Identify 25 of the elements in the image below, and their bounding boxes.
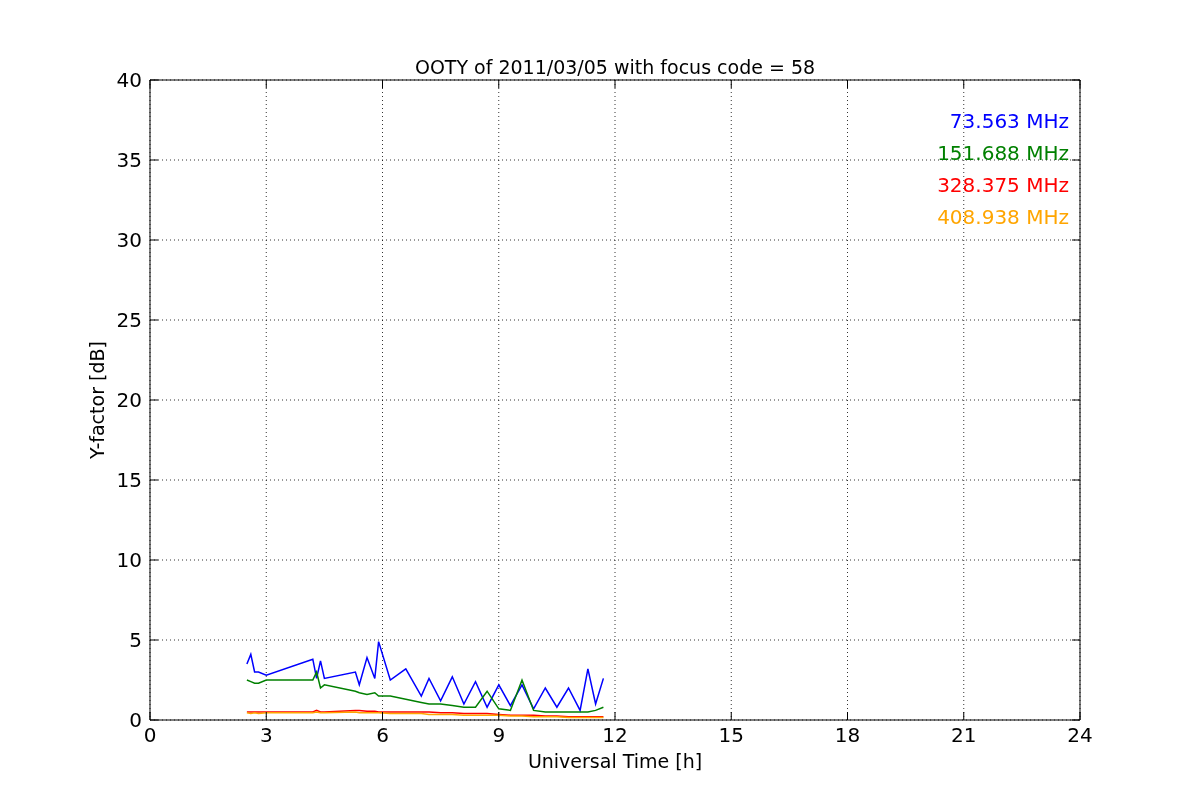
legend-label: 151.688 MHz <box>937 141 1069 165</box>
x-tick-label: 21 <box>951 723 977 747</box>
legend-label: 328.375 MHz <box>937 173 1069 197</box>
y-tick-label: 30 <box>116 228 142 252</box>
x-tick-label: 12 <box>602 723 628 747</box>
x-axis-label: Universal Time [h] <box>527 750 703 772</box>
legend-label: 73.563 MHz <box>949 109 1069 133</box>
y-tick-label: 15 <box>116 468 142 492</box>
y-tick-label: 25 <box>116 308 142 332</box>
chart-title: OOTY of 2011/03/05 with focus code = 58 <box>414 56 816 78</box>
x-tick-label: 9 <box>492 723 506 747</box>
y-tick-label: 10 <box>116 548 142 572</box>
y-tick-label: 35 <box>116 148 142 172</box>
x-tick-label: 24 <box>1067 723 1093 747</box>
y-tick-label: 5 <box>129 628 142 652</box>
y-axis-label: Y-factor [dB] <box>86 341 108 459</box>
y-tick-label: 20 <box>116 388 142 412</box>
y-tick-label: 0 <box>129 708 142 732</box>
x-tick-label: 6 <box>376 723 389 747</box>
y-tick-label: 40 <box>116 68 142 92</box>
x-tick-label: 3 <box>259 723 273 747</box>
x-tick-label: 0 <box>143 723 157 747</box>
legend-label: 408.938 MHz <box>937 205 1069 229</box>
x-tick-label: 18 <box>834 723 861 747</box>
x-tick-label: 15 <box>718 723 744 747</box>
